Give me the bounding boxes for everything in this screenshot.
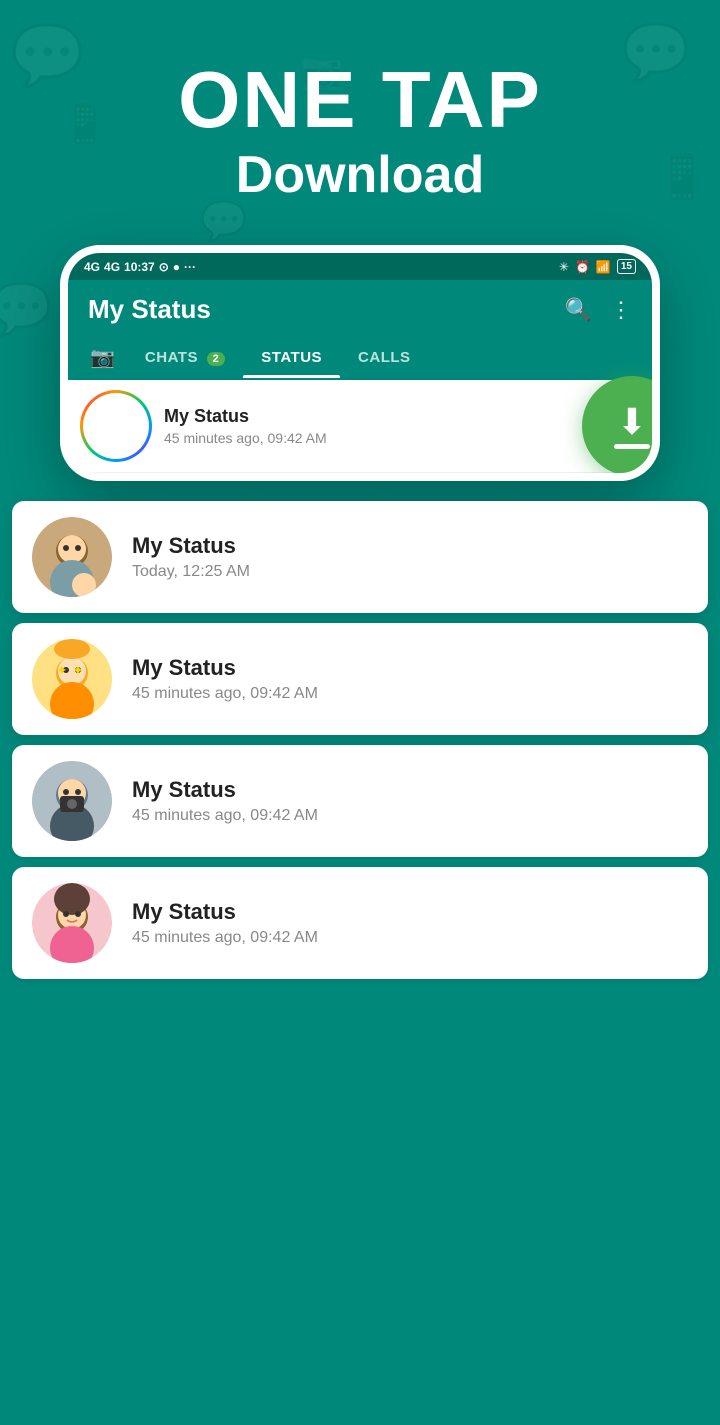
phone-status-time: 45 minutes ago, 09:42 AM (164, 430, 636, 446)
app-title: My Status (88, 294, 211, 325)
hero-sub-text: Download (0, 145, 720, 205)
download-bar-icon (614, 444, 650, 449)
list-avatar-3 (32, 761, 112, 841)
download-button[interactable]: ⬇ (582, 376, 660, 476)
rainbow-border (80, 390, 152, 462)
list-item[interactable]: ✦ ✦ My Status 45 minutes ago, 09:42 AM (12, 623, 708, 735)
phone-status-name: My Status (164, 406, 636, 427)
list-name-2: My Status (132, 655, 688, 681)
dots-icon: ··· (184, 260, 196, 274)
tab-status[interactable]: STATUS (243, 337, 340, 378)
list-name-3: My Status (132, 777, 688, 803)
hero-main-text: ONE TAP (0, 60, 720, 140)
status-label: STATUS (261, 349, 322, 366)
phone-mockup: 4G 4G 10:37 ⊙ ● ··· ✳ ⏰ 📶 15 My Status (0, 245, 720, 481)
status-list-phone: My Status 45 minutes ago, 09:42 AM ⬇ (68, 380, 652, 473)
list-avatar-2: ✦ ✦ (32, 639, 112, 719)
list-name-1: My Status (132, 533, 688, 559)
phone-status-item[interactable]: My Status 45 minutes ago, 09:42 AM ⬇ (68, 380, 652, 473)
svg-text:✦: ✦ (72, 662, 84, 678)
phone-avatar-wrap (84, 394, 148, 458)
list-text-2: My Status 45 minutes ago, 09:42 AM (132, 655, 688, 703)
avatar-person-3 (32, 761, 112, 841)
whatsapp-icon: ⊙ (159, 260, 169, 274)
avatar-person-4 (32, 883, 112, 963)
svg-text:✦: ✦ (56, 662, 68, 678)
avatar-person-1 (32, 517, 112, 597)
phone-screen: 4G 4G 10:37 ⊙ ● ··· ✳ ⏰ 📶 15 My Status (60, 245, 660, 481)
page-container: 💬 💬 📱 📱 💬 📷 💬 📱 ONE TAP Download 4G 4G 1… (0, 0, 720, 1425)
list-item[interactable]: My Status 45 minutes ago, 09:42 AM (12, 867, 708, 979)
bluetooth-icon: ✳ (559, 260, 569, 274)
signal-4g-1: 4G (84, 260, 100, 274)
list-item[interactable]: My Status 45 minutes ago, 09:42 AM (12, 745, 708, 857)
search-icon[interactable]: 🔍 (565, 297, 592, 323)
tab-bar: 📷 CHATS 2 STATUS CALLS (68, 335, 652, 380)
battery-indicator: 15 (617, 259, 636, 274)
status-bar-right: ✳ ⏰ 📶 15 (559, 259, 636, 274)
app-bar-icons: 🔍 ⋮ (565, 297, 632, 323)
list-avatar-4 (32, 883, 112, 963)
tab-chats[interactable]: CHATS 2 (127, 337, 243, 378)
list-section: My Status Today, 12:25 AM (0, 481, 720, 979)
list-avatar-1 (32, 517, 112, 597)
signal-4g-2: 4G (104, 260, 120, 274)
status-bar-left: 4G 4G 10:37 ⊙ ● ··· (84, 260, 196, 274)
list-time-2: 45 minutes ago, 09:42 AM (132, 685, 688, 703)
chats-badge: 2 (207, 352, 226, 366)
calls-label: CALLS (358, 349, 411, 366)
list-time-3: 45 minutes ago, 09:42 AM (132, 807, 688, 825)
wifi-icon: 📶 (596, 260, 611, 274)
list-time-4: 45 minutes ago, 09:42 AM (132, 929, 688, 947)
list-text-1: My Status Today, 12:25 AM (132, 533, 688, 581)
tab-calls[interactable]: CALLS (340, 337, 429, 378)
chats-label: CHATS (145, 349, 198, 366)
message-icon: ● (173, 260, 180, 274)
status-bar: 4G 4G 10:37 ⊙ ● ··· ✳ ⏰ 📶 15 (68, 253, 652, 280)
more-options-icon[interactable]: ⋮ (610, 297, 632, 323)
list-text-4: My Status 45 minutes ago, 09:42 AM (132, 899, 688, 947)
alarm-icon: ⏰ (575, 260, 590, 274)
list-name-4: My Status (132, 899, 688, 925)
tab-camera[interactable]: 📷 (78, 335, 127, 380)
phone-status-text: My Status 45 minutes ago, 09:42 AM (164, 406, 636, 446)
list-time-1: Today, 12:25 AM (132, 563, 688, 581)
download-arrow-icon: ⬇ (617, 404, 647, 440)
app-bar: My Status 🔍 ⋮ (68, 280, 652, 335)
list-text-3: My Status 45 minutes ago, 09:42 AM (132, 777, 688, 825)
list-item[interactable]: My Status Today, 12:25 AM (12, 501, 708, 613)
hero-section: ONE TAP Download (0, 0, 720, 235)
avatar-person-2: ✦ ✦ (32, 639, 112, 719)
status-time: 10:37 (124, 260, 155, 274)
